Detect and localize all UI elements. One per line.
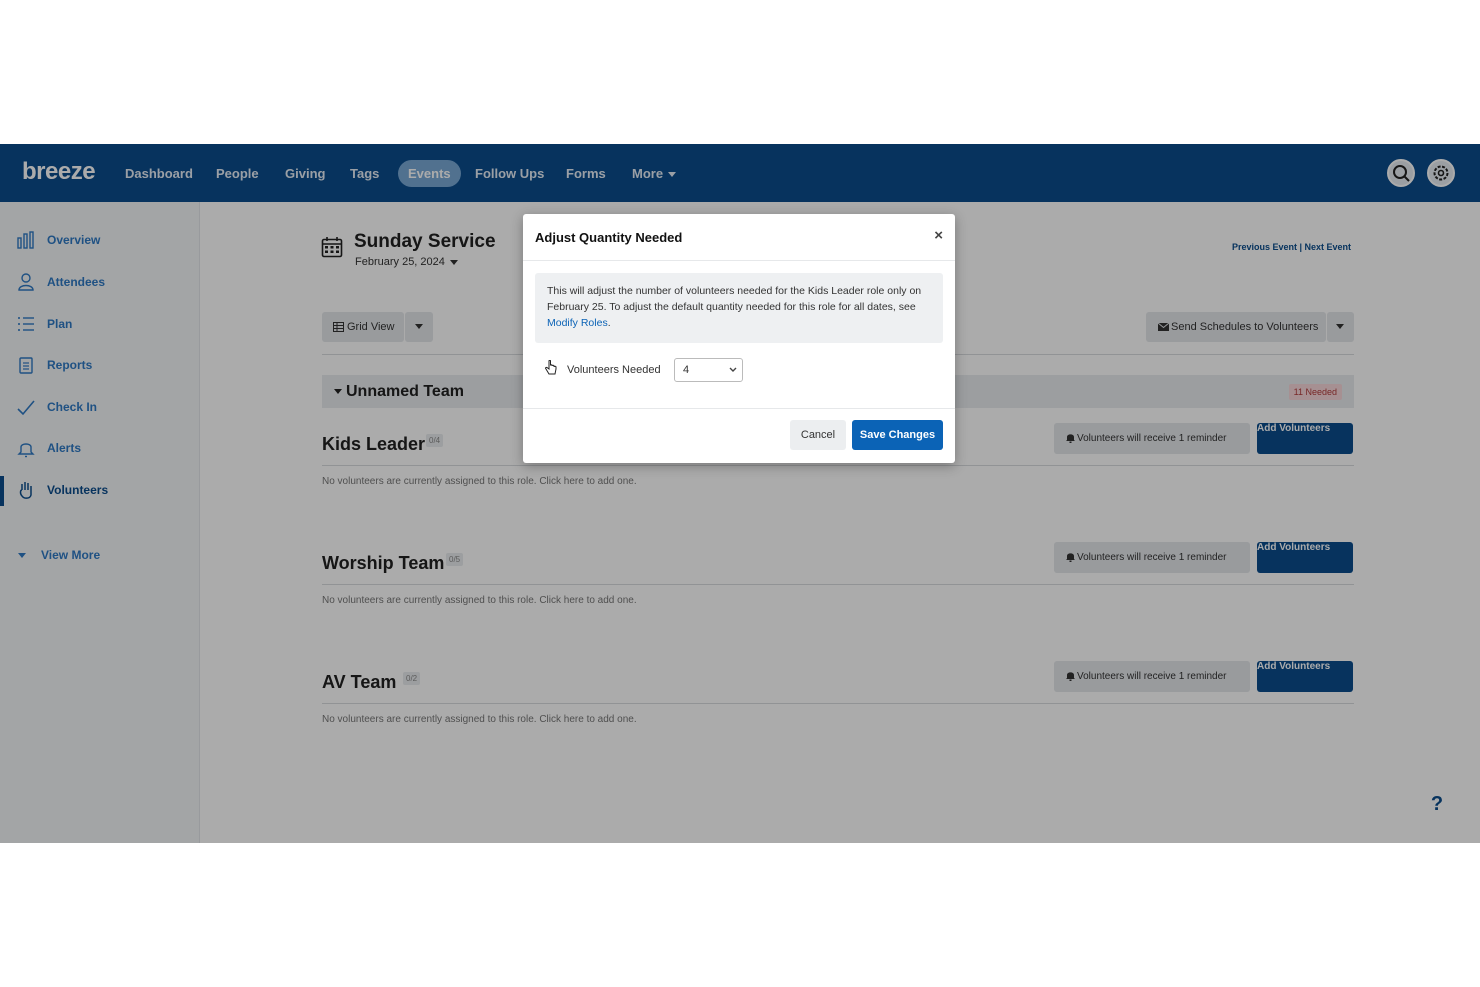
info-end: . [607,317,611,329]
app-window: breeze Dashboard People Giving Tags Even… [0,144,1480,843]
modal-title: Adjust Quantity Needed [535,230,683,245]
cancel-button[interactable]: Cancel [790,420,846,450]
save-changes-button[interactable]: Save Changes [852,420,943,450]
divider [523,408,955,409]
chevron-down-icon [729,367,737,372]
volunteers-needed-label: Volunteers Needed [567,364,661,376]
info-text: This will adjust the number of volunteer… [547,285,922,313]
modal-info-box: This will adjust the number of volunteer… [535,273,943,343]
close-icon[interactable]: × [934,227,943,244]
volunteers-needed-select[interactable]: 4 [674,358,743,382]
modify-roles-link[interactable]: Modify Roles [547,317,608,329]
hand-pointer-cursor-icon [545,360,557,375]
adjust-quantity-modal: Adjust Quantity Needed × This will adjus… [523,214,955,463]
divider [523,260,955,261]
